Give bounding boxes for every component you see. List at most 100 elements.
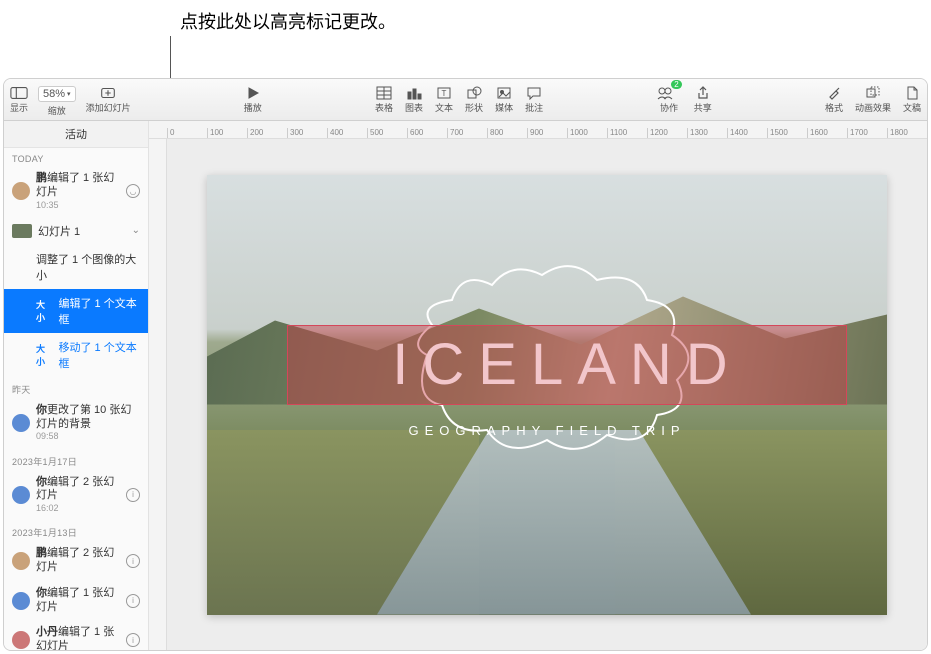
slide-name: 幻灯片 1 xyxy=(38,223,80,239)
highlight-changes-toggle[interactable]: ◡ xyxy=(126,184,140,198)
ruler-horizontal: 0100200300400500600700800900100011001200… xyxy=(149,121,927,139)
shape-icon xyxy=(465,86,483,100)
slide-title: ICELAND xyxy=(392,331,741,398)
text-label: 文本 xyxy=(435,101,453,114)
text-button[interactable]: T 文本 xyxy=(429,79,459,120)
zoom-label: 缩放 xyxy=(48,104,66,117)
shape-label: 形状 xyxy=(465,101,483,114)
activity-subrow[interactable]: 调整了 1 个图像的大小 xyxy=(4,245,148,289)
chevron-down-icon: ▾ xyxy=(67,90,71,98)
section-date: 2023年1月13日 xyxy=(4,520,148,541)
media-icon xyxy=(495,86,513,100)
chart-button[interactable]: 图表 xyxy=(399,79,429,120)
chart-icon xyxy=(405,86,423,100)
activity-text: 小丹编辑了 1 张幻灯片 xyxy=(36,626,120,650)
avatar xyxy=(12,631,30,649)
info-icon[interactable]: i xyxy=(126,488,140,502)
sidebar-tab-activity[interactable]: 活动 xyxy=(4,121,148,148)
section-yesterday: 昨天 xyxy=(4,377,148,398)
section-date: 2023年1月17日 xyxy=(4,449,148,470)
view-label: 显示 xyxy=(10,101,28,114)
activity-sidebar: 活动 TODAY 鹏编辑了 1 张幻灯片 10:35 ◡ 幻灯片 1 ⌄ 调整了… xyxy=(4,121,149,650)
activity-row[interactable]: 鹏编辑了 2 张幻灯片 i xyxy=(4,541,148,581)
table-button[interactable]: 表格 xyxy=(369,79,399,120)
info-icon[interactable]: i xyxy=(126,633,140,647)
collab-button[interactable]: 2 协作 xyxy=(650,79,687,120)
slide-thumbnail xyxy=(12,224,32,238)
format-label: 格式 xyxy=(825,101,843,114)
activity-row[interactable]: 你更改了第 10 张幻灯片的背景09:58 xyxy=(4,398,148,449)
table-label: 表格 xyxy=(375,101,393,114)
activity-row[interactable]: 鹏编辑了 1 张幻灯片 10:35 ◡ xyxy=(4,166,148,217)
play-icon xyxy=(244,86,262,100)
table-icon xyxy=(375,86,393,100)
share-button[interactable]: 共享 xyxy=(688,79,718,120)
animate-label: 动画效果 xyxy=(855,101,891,114)
avatar xyxy=(12,182,30,200)
brush-icon xyxy=(825,86,843,100)
collab-label: 协作 xyxy=(660,101,678,114)
zoom-control[interactable]: 58%▾ 缩放 xyxy=(34,79,80,120)
subrow-text: 调整了 1 个图像的大小 xyxy=(36,251,140,283)
chevron-down-icon: ⌄ xyxy=(132,225,140,236)
document-icon xyxy=(903,86,921,100)
info-icon[interactable]: i xyxy=(126,594,140,608)
avatar xyxy=(12,486,30,504)
activity-text: 鹏编辑了 2 张幻灯片 xyxy=(36,547,120,575)
animate-icon xyxy=(864,86,882,100)
avatar xyxy=(12,552,30,570)
document-label: 文稿 xyxy=(903,101,921,114)
keynote-window: 显示 58%▾ 缩放 添加幻灯片 播放 表格 图表 T 文本 形状 媒体 批注 xyxy=(3,78,928,651)
callout-text: 点按此处以高亮标记更改。 xyxy=(180,8,931,34)
zoom-value: 58% xyxy=(43,88,65,100)
slide[interactable]: ICELAND GEOGRAPHY FIELD TRIP xyxy=(207,175,887,615)
subrow-text: 移动了 1 个文本框 xyxy=(58,339,140,371)
play-button[interactable]: 播放 xyxy=(238,79,268,120)
canvas-area: 0100200300400500600700800900100011001200… xyxy=(149,121,927,650)
activity-text: 你更改了第 10 张幻灯片的背景 xyxy=(36,404,140,432)
plus-icon xyxy=(99,86,117,100)
add-slide-button[interactable]: 添加幻灯片 xyxy=(80,79,137,120)
info-icon[interactable]: i xyxy=(126,554,140,568)
animate-button[interactable]: 动画效果 xyxy=(849,79,897,120)
toolbar: 显示 58%▾ 缩放 添加幻灯片 播放 表格 图表 T 文本 形状 媒体 批注 xyxy=(4,79,927,121)
avatar xyxy=(12,414,30,432)
activity-row[interactable]: 你编辑了 1 张幻灯片 i xyxy=(4,581,148,621)
activity-subrow[interactable]: 大小移动了 1 个文本框 xyxy=(4,333,148,377)
shape-button[interactable]: 形状 xyxy=(459,79,489,120)
activity-text: 你编辑了 2 张幻灯片 xyxy=(36,476,120,504)
media-button[interactable]: 媒体 xyxy=(489,79,519,120)
svg-text:T: T xyxy=(442,89,447,98)
add-slide-label: 添加幻灯片 xyxy=(86,101,131,114)
slide-group-header[interactable]: 幻灯片 1 ⌄ xyxy=(4,217,148,245)
format-button[interactable]: 格式 xyxy=(819,79,849,120)
title-text-box[interactable]: ICELAND xyxy=(287,325,847,405)
change-badge: 大小 xyxy=(36,298,52,324)
activity-time: 16:02 xyxy=(36,503,120,514)
comment-label: 批注 xyxy=(525,101,543,114)
collab-count-badge: 2 xyxy=(671,80,681,89)
activity-row[interactable]: 你编辑了 2 张幻灯片16:02 i xyxy=(4,470,148,521)
subrow-text: 编辑了 1 个文本框 xyxy=(58,295,140,327)
chart-label: 图表 xyxy=(405,101,423,114)
avatar xyxy=(12,592,30,610)
share-icon xyxy=(694,86,712,100)
comment-button[interactable]: 批注 xyxy=(519,79,549,120)
slide-subtitle[interactable]: GEOGRAPHY FIELD TRIP xyxy=(207,423,887,438)
view-button[interactable]: 显示 xyxy=(4,79,34,120)
play-label: 播放 xyxy=(244,101,262,114)
share-label: 共享 xyxy=(694,101,712,114)
activity-subrow-selected[interactable]: 大小编辑了 1 个文本框 xyxy=(4,289,148,333)
activity-text: 鹏编辑了 1 张幻灯片 xyxy=(36,172,120,200)
activity-text: 你编辑了 1 张幻灯片 xyxy=(36,587,120,615)
section-today: TODAY xyxy=(4,148,148,166)
activity-row[interactable]: 小丹编辑了 1 张幻灯片 i xyxy=(4,620,148,650)
sidebar-icon xyxy=(10,86,28,100)
slide-stage[interactable]: ICELAND GEOGRAPHY FIELD TRIP xyxy=(167,139,927,650)
media-label: 媒体 xyxy=(495,101,513,114)
change-badge: 大小 xyxy=(36,342,52,368)
comment-icon xyxy=(525,86,543,100)
document-button[interactable]: 文稿 xyxy=(897,79,927,120)
ruler-vertical xyxy=(149,139,167,650)
activity-time: 10:35 xyxy=(36,200,120,211)
